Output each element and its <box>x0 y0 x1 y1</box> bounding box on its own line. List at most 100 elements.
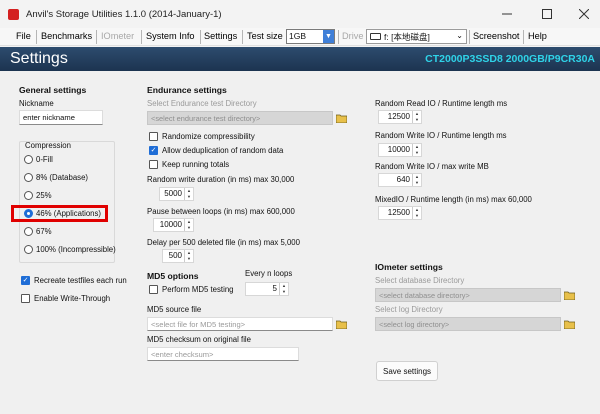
log-dir-label: Select log Directory <box>375 305 443 314</box>
chevron-down-icon: ⌄ <box>456 31 463 40</box>
checkbox-checked[interactable]: ✓ <box>21 276 30 285</box>
recreate-testfiles-option[interactable]: ✓ Recreate testfiles each run <box>21 276 127 285</box>
general-settings-heading: General settings <box>19 85 87 95</box>
menu-system-info[interactable]: System Info <box>146 31 195 41</box>
chevron-down-icon[interactable]: ▼ <box>280 289 288 295</box>
md5-checksum-input[interactable]: <enter checksum> <box>147 347 299 361</box>
radio-button[interactable] <box>24 227 33 236</box>
checkbox-label: Randomize compressibility <box>162 132 255 141</box>
chevron-down-icon[interactable]: ▼ <box>413 213 421 219</box>
checkbox[interactable] <box>149 160 158 169</box>
menu-separator <box>338 30 339 44</box>
every-n-loops-stepper[interactable]: 5 ▲ ▼ <box>245 282 289 296</box>
chevron-down-icon[interactable]: ▼ <box>185 256 193 262</box>
database-dir-input[interactable]: <select database directory> <box>375 288 561 302</box>
menu-separator <box>523 30 524 44</box>
chevron-down-icon[interactable]: ▼ <box>413 150 421 156</box>
random-write-max-label: Random Write IO / max write MB <box>375 162 489 171</box>
md5-options-heading: MD5 options <box>147 271 199 281</box>
checkbox-label: Keep running totals <box>162 160 230 169</box>
stepper-value: 500 <box>168 251 182 260</box>
menu-iometer[interactable]: IOmeter <box>101 31 134 41</box>
radio-button[interactable] <box>24 173 33 182</box>
menu-separator <box>242 30 243 44</box>
minimize-icon[interactable] <box>498 6 516 22</box>
stepper-arrows[interactable]: ▲ ▼ <box>184 250 193 262</box>
window-title: Anvil's Storage Utilities 1.1.0 (2014-Ja… <box>26 9 222 20</box>
radio-label: 67% <box>36 227 52 236</box>
app-icon <box>8 9 19 20</box>
random-read-label: Random Read IO / Runtime length ms <box>375 99 508 108</box>
menu-bar: File Benchmarks IOmeter System Info Sett… <box>0 28 600 46</box>
close-icon[interactable] <box>575 6 593 22</box>
stepper-arrows[interactable]: ▲ ▼ <box>412 207 421 219</box>
random-read-stepper[interactable]: 12500 ▲ ▼ <box>378 110 422 124</box>
chevron-down-icon[interactable]: ▼ <box>185 194 193 200</box>
test-size-value: 1GB <box>289 31 307 41</box>
md5-source-input[interactable]: <select file for MD5 testing> <box>147 317 333 331</box>
md5-source-label: MD5 source file <box>147 305 202 314</box>
stepper-arrows[interactable]: ▲ ▼ <box>412 111 421 123</box>
checkbox[interactable] <box>149 132 158 141</box>
folder-icon[interactable] <box>335 318 347 330</box>
checkbox-label: Recreate testfiles each run <box>34 276 127 285</box>
endurance-dir-label: Select Endurance test Directory <box>147 99 257 108</box>
stepper-arrows[interactable]: ▲ ▼ <box>184 188 193 200</box>
folder-icon[interactable] <box>335 112 347 124</box>
log-dir-input[interactable]: <select log directory> <box>375 317 561 331</box>
random-write-max-stepper[interactable]: 640 ▲ ▼ <box>378 173 422 187</box>
radio-label: 25% <box>36 191 52 200</box>
radio-button[interactable] <box>24 191 33 200</box>
stepper-arrows[interactable]: ▲ ▼ <box>184 219 193 231</box>
menu-benchmarks[interactable]: Benchmarks <box>41 31 92 41</box>
checkbox-checked[interactable]: ✓ <box>149 146 158 155</box>
nickname-input[interactable]: enter nickname <box>19 110 103 125</box>
folder-icon[interactable] <box>563 289 575 301</box>
menu-separator <box>141 30 142 44</box>
delay-per-file-label: Delay per 500 deleted file (in ms) max 5… <box>147 238 300 247</box>
chevron-down-icon[interactable]: ▼ <box>413 117 421 123</box>
radio-option-0-fill[interactable]: 0-Fill <box>24 155 53 164</box>
write-through-option[interactable]: Enable Write-Through <box>21 294 110 303</box>
radio-option-25[interactable]: 25% <box>24 191 52 200</box>
stepper-arrows[interactable]: ▲ ▼ <box>412 144 421 156</box>
menu-separator <box>469 30 470 44</box>
keep-running-totals-option[interactable]: Keep running totals <box>149 160 229 169</box>
drive-label: Drive <box>342 31 364 41</box>
checkbox-label: Allow deduplication of random data <box>162 146 284 155</box>
randomize-compressibility-option[interactable]: Randomize compressibility <box>149 132 255 141</box>
radio-option-incompressible[interactable]: 100% (Incompressible) <box>24 245 116 254</box>
stepper-arrows[interactable]: ▲ ▼ <box>412 174 421 186</box>
random-write-runtime-stepper[interactable]: 10000 ▲ ▼ <box>378 143 422 157</box>
folder-icon[interactable] <box>563 318 575 330</box>
chevron-down-icon[interactable]: ▼ <box>413 180 421 186</box>
random-write-stepper[interactable]: 5000 ▲ ▼ <box>159 187 194 201</box>
checkbox[interactable] <box>149 285 158 294</box>
drive-select[interactable]: f: [本地磁盘] ⌄ <box>366 29 467 44</box>
save-settings-button[interactable]: Save settings <box>376 361 438 381</box>
pause-loops-stepper[interactable]: 10000 ▲ ▼ <box>153 218 194 232</box>
menu-help[interactable]: Help <box>528 31 547 41</box>
stepper-arrows[interactable]: ▲ ▼ <box>279 283 288 295</box>
radio-label: 8% (Database) <box>36 173 89 182</box>
allow-dedup-option[interactable]: ✓ Allow deduplication of random data <box>149 146 283 155</box>
radio-option-database[interactable]: 8% (Database) <box>24 173 88 182</box>
mixed-io-stepper[interactable]: 12500 ▲ ▼ <box>378 206 422 220</box>
radio-button[interactable] <box>24 245 33 254</box>
delay-per-file-stepper[interactable]: 500 ▲ ▼ <box>162 249 194 263</box>
checkbox[interactable] <box>21 294 30 303</box>
endurance-dir-input[interactable]: <select endurance test directory> <box>147 111 333 125</box>
chevron-down-icon[interactable]: ▼ <box>185 225 193 231</box>
radio-button[interactable] <box>24 155 33 164</box>
radio-option-67[interactable]: 67% <box>24 227 52 236</box>
menu-file[interactable]: File <box>16 31 31 41</box>
page-title: Settings <box>10 50 68 67</box>
selection-highlight <box>11 205 108 222</box>
random-write-label: Random write duration (in ms) max 30,000 <box>147 175 295 184</box>
menu-settings[interactable]: Settings <box>204 31 237 41</box>
mixed-io-label: MixedIO / Runtime length (in ms) max 60,… <box>375 195 532 204</box>
perform-md5-option[interactable]: Perform MD5 testing <box>149 285 234 294</box>
maximize-icon[interactable] <box>538 6 556 22</box>
test-size-select[interactable]: 1GB ▼ <box>286 29 335 44</box>
menu-screenshot[interactable]: Screenshot <box>473 31 519 41</box>
